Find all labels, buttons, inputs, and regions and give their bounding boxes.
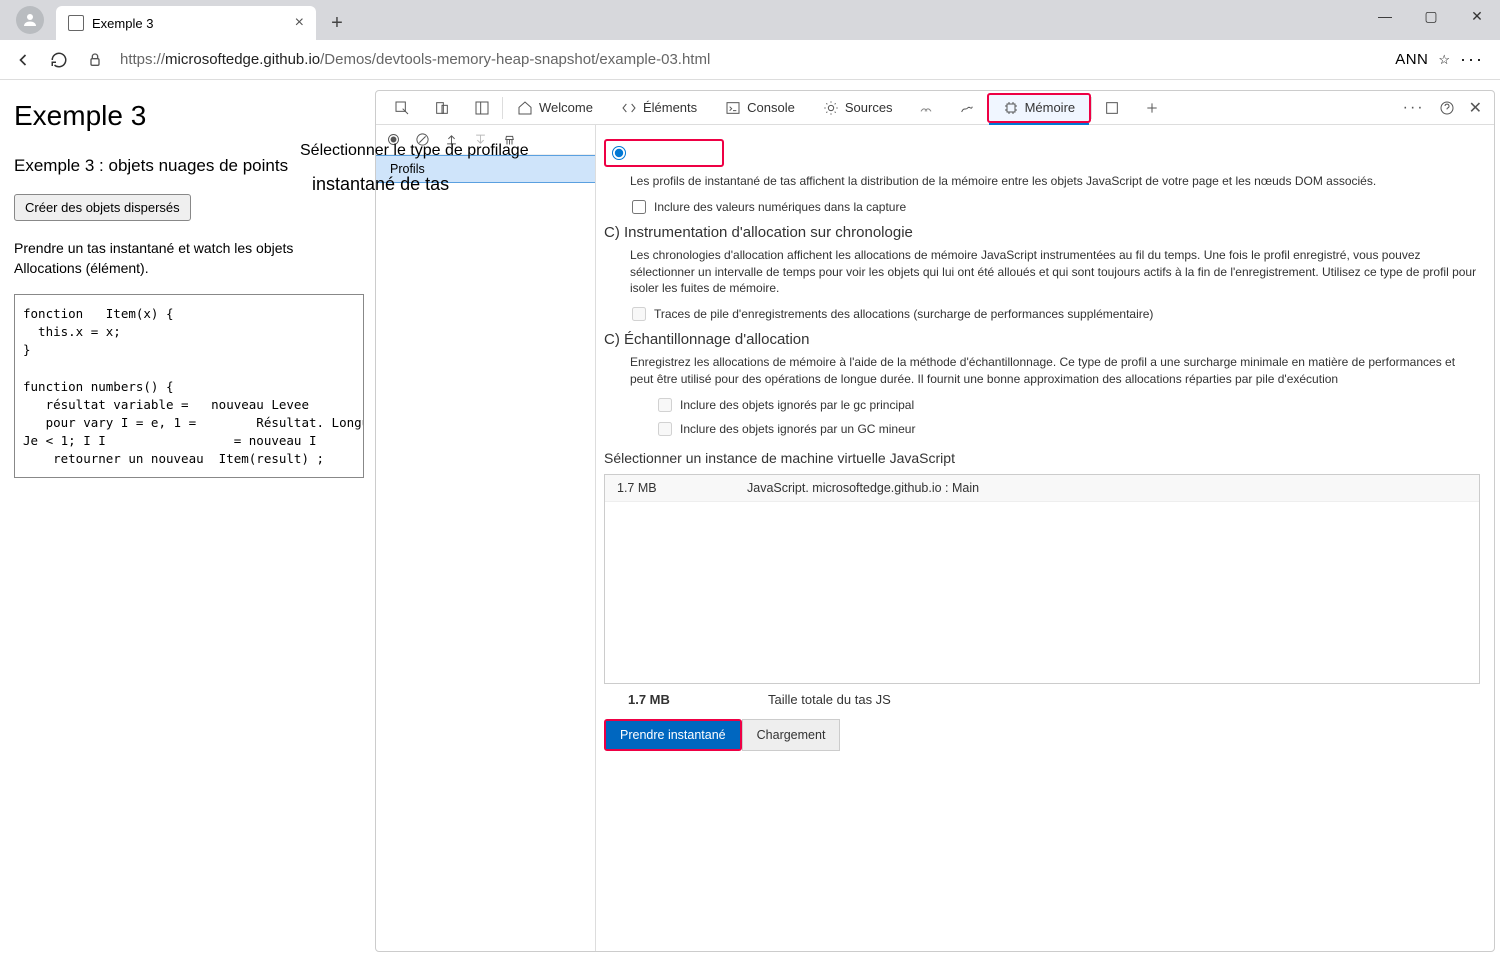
performance-icon[interactable]	[947, 91, 987, 125]
window-controls: — ▢ ✕	[1362, 0, 1500, 32]
titlebar: Exemple 3 × + — ▢ ✕	[0, 0, 1500, 40]
vm-total-row: 1.7 MB Taille totale du tas JS	[604, 684, 1480, 715]
help-icon[interactable]	[1439, 100, 1455, 116]
page-paragraph: Prendre un tas instantané et watch les o…	[14, 239, 364, 278]
heap-snapshot-desc: Les profils de instantané de tas affiche…	[630, 173, 1480, 190]
sampling-heading: C) Échantillonnage d'allocation	[604, 331, 1480, 348]
heap-snapshot-radio[interactable]	[612, 146, 626, 160]
sampling-major-gc-checkbox[interactable]	[658, 398, 672, 412]
maximize-button[interactable]: ▢	[1408, 0, 1454, 32]
load-button[interactable]: Chargement	[742, 719, 841, 751]
close-tab-icon[interactable]: ×	[295, 14, 304, 32]
timeline-stacktrace-label: Traces de pile d'enregistrements des all…	[654, 307, 1153, 321]
file-icon	[68, 15, 84, 31]
vm-heading: Sélectionner un instance de machine virt…	[604, 450, 1480, 466]
overlay-profiling-type: Sélectionner le type de profilage	[300, 142, 529, 160]
minimize-button[interactable]: —	[1362, 0, 1408, 32]
tab-sources[interactable]: Sources	[809, 91, 907, 125]
network-icon[interactable]	[907, 91, 947, 125]
menu-icon[interactable]: ···	[1460, 49, 1484, 70]
take-snapshot-highlight: Prendre instantané	[604, 719, 742, 751]
profile-badge[interactable]: ANN	[1395, 51, 1428, 68]
sampling-minor-gc-label: Inclure des objets ignorés par un GC min…	[680, 422, 915, 436]
close-devtools-icon[interactable]: ✕	[1469, 98, 1482, 118]
more-icon[interactable]: ···	[1403, 99, 1425, 117]
include-numeric-label: Inclure des valeurs numériques dans la c…	[654, 200, 906, 214]
include-numeric-checkbox[interactable]	[632, 200, 646, 214]
vm-size: 1.7 MB	[617, 481, 747, 495]
memory-pane: Les profils de instantané de tas affiche…	[596, 125, 1494, 951]
back-button[interactable]	[12, 49, 34, 71]
sampling-major-gc-label: Inclure des objets ignorés par le gc pri…	[680, 398, 914, 412]
take-snapshot-button[interactable]: Prendre instantané	[606, 721, 740, 749]
site-info-icon[interactable]	[84, 49, 106, 71]
more-tabs-icon[interactable]	[1132, 91, 1172, 125]
code-sample: fonction Item(x) { this.x = x; } functio…	[14, 294, 364, 478]
inspect-element-icon[interactable]	[382, 91, 422, 125]
total-heap-size: 1.7 MB	[628, 692, 768, 707]
device-toggle-icon[interactable]	[422, 91, 462, 125]
address-bar[interactable]: https://microsoftedge.github.io/Demos/de…	[120, 51, 1381, 68]
close-window-button[interactable]: ✕	[1454, 0, 1500, 32]
tab-memory[interactable]: Mémoire	[987, 93, 1092, 123]
total-heap-label: Taille totale du tas JS	[768, 692, 891, 707]
refresh-button[interactable]	[48, 49, 70, 71]
dock-icon[interactable]	[462, 91, 502, 125]
devtools-tabbar: Welcome Éléments Console Sources Mémoire…	[376, 91, 1494, 125]
create-objects-button[interactable]: Créer des objets dispersés	[14, 194, 191, 221]
new-tab-button[interactable]: +	[322, 8, 352, 38]
devtools-panel: Welcome Éléments Console Sources Mémoire…	[375, 90, 1495, 952]
tab-elements[interactable]: Éléments	[607, 91, 711, 125]
heap-snapshot-radio-highlight	[604, 139, 724, 167]
sampling-minor-gc-checkbox[interactable]	[658, 422, 672, 436]
drawer-icon[interactable]	[1092, 91, 1132, 125]
timeline-desc: Les chronologies d'allocation affichent …	[630, 247, 1480, 297]
tab-welcome[interactable]: Welcome	[503, 91, 607, 125]
overlay-heap-snapshot: instantané de tas	[312, 174, 449, 195]
profile-avatar[interactable]	[16, 6, 44, 34]
devtools-sidebar: Profils	[376, 125, 596, 951]
favorite-icon[interactable]: ☆	[1438, 52, 1450, 68]
address-bar-row: https://microsoftedge.github.io/Demos/de…	[0, 40, 1500, 80]
vm-name: JavaScript. microsoftedge.github.io : Ma…	[747, 481, 979, 495]
browser-tab[interactable]: Exemple 3 ×	[56, 6, 316, 40]
page-h1: Exemple 3	[14, 100, 364, 132]
vm-list: 1.7 MB JavaScript. microsoftedge.github.…	[604, 474, 1480, 684]
timeline-heading: C) Instrumentation d'allocation sur chro…	[604, 224, 1480, 241]
tab-title: Exemple 3	[92, 16, 153, 31]
sampling-desc: Enregistrez les allocations de mémoire à…	[630, 354, 1480, 388]
vm-list-row[interactable]: 1.7 MB JavaScript. microsoftedge.github.…	[605, 475, 1479, 502]
tab-console[interactable]: Console	[711, 91, 809, 125]
timeline-stacktrace-checkbox[interactable]	[632, 307, 646, 321]
